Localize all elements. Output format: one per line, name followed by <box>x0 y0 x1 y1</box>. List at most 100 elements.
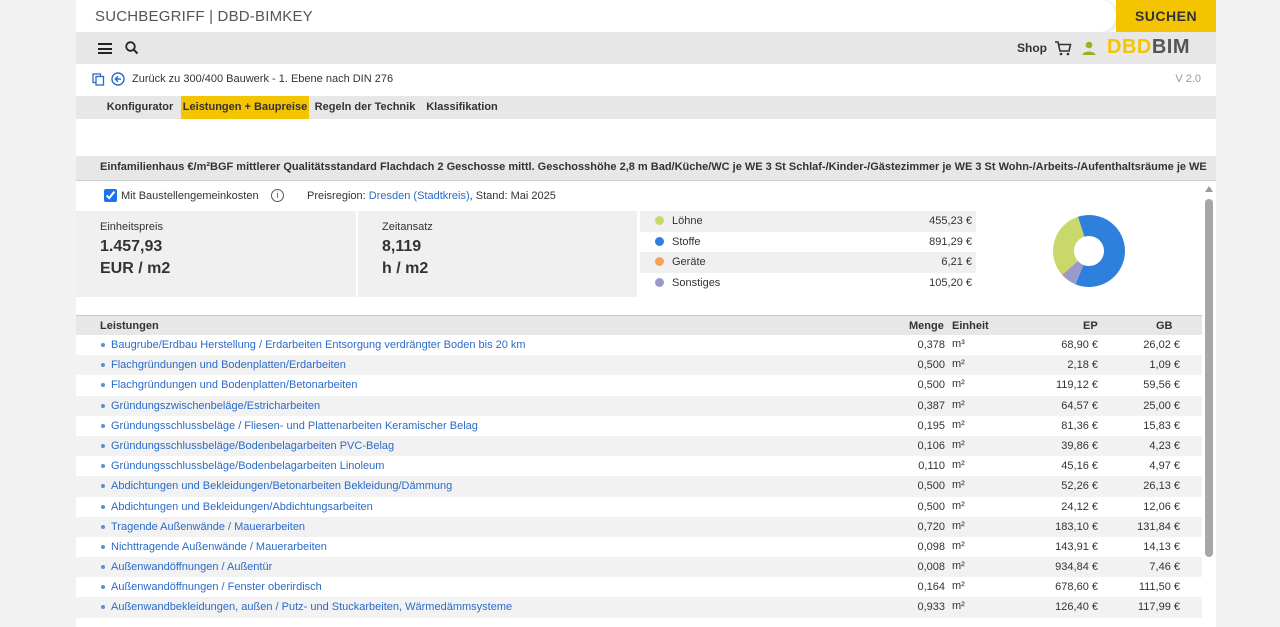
time-box: Zeitansatz 8,119 h / m2 <box>358 211 637 297</box>
top-nav: Shop DBDBIM <box>76 32 1216 64</box>
unit-cell: m² <box>952 479 965 492</box>
service-link[interactable]: Flachgründungen und Bodenplatten/Betonar… <box>111 379 357 391</box>
breakdown-row-geraete: Geräte 6,21 € <box>640 252 976 273</box>
service-link[interactable]: Gründungsschlussbeläge / Fliesen- und Pl… <box>111 420 478 432</box>
unit-cell: m² <box>952 358 965 371</box>
service-link[interactable]: Flachgründungen und Bodenplatten/Erdarbe… <box>111 359 346 371</box>
back-arrow-icon[interactable] <box>111 72 125 86</box>
unit-price-cell: 52,26 € <box>1061 480 1098 493</box>
donut-slice-stoffe <box>1075 215 1125 287</box>
quantity-cell: 0,387 <box>917 399 945 412</box>
service-link[interactable]: Tragende Außenwände / Mauerarbeiten <box>111 521 305 533</box>
table-row: Gründungsschlussbeläge/Bodenbelagarbeite… <box>76 456 1202 476</box>
table-row: Flachgründungen und Bodenplatten/Betonar… <box>76 375 1202 395</box>
legend-dot <box>655 257 664 266</box>
unit-cell: m² <box>952 438 965 451</box>
column-header-ep: EP <box>1083 320 1098 332</box>
legend-dot <box>655 216 664 225</box>
row-bullet-icon <box>101 484 105 489</box>
quantity-cell: 0,378 <box>917 339 945 351</box>
service-link[interactable]: Gründungsschlussbeläge/Bodenbelagarbeite… <box>111 460 384 472</box>
user-icon[interactable] <box>1081 40 1097 56</box>
quantity-cell: 0,008 <box>917 561 945 574</box>
breakdown-amount: 105,20 € <box>929 276 972 289</box>
breakdown-row-stoffe: Stoffe 891,29 € <box>640 232 976 253</box>
row-bullet-icon <box>101 403 105 408</box>
unit-price-cell: 678,60 € <box>1055 581 1098 594</box>
row-bullet-icon <box>101 423 105 428</box>
service-link[interactable]: Abdichtungen und Bekleidungen/Abdichtung… <box>111 501 373 513</box>
cost-donut-chart <box>1053 215 1125 287</box>
region-link[interactable]: Dresden (Stadtkreis) <box>369 190 470 202</box>
total-price-cell: 12,06 € <box>1143 500 1180 513</box>
total-price-cell: 14,13 € <box>1143 540 1180 553</box>
service-link[interactable]: Baugrube/Erdbau Herstellung / Erdarbeite… <box>111 339 526 351</box>
tab-konfigurator[interactable]: Konfigurator <box>100 96 180 119</box>
table-row: Tragende Außenwände / Mauerarbeiten 0,720… <box>76 516 1202 537</box>
unit-price-box: Einheitspreis 1.457,93 EUR / m2 <box>76 211 356 297</box>
service-link[interactable]: Nichttragende Außenwände / Mauerarbeiten <box>111 541 327 553</box>
checkbox-label[interactable]: Mit Baustellengemeinkosten <box>121 190 259 202</box>
unit-price-cell: 81,36 € <box>1061 419 1098 432</box>
time-label: Zeitansatz <box>382 221 433 233</box>
unit-price-unit: EUR / m2 <box>100 260 171 277</box>
tab-klassifikation[interactable]: Klassifikation <box>424 96 500 119</box>
table-row: Gründungszwischenbeläge/Estricharbeiten 0… <box>76 395 1202 416</box>
unit-cell: m² <box>952 580 965 593</box>
unit-price-value: 1.457,93 <box>100 238 163 255</box>
quantity-cell: 0,500 <box>917 480 945 493</box>
baustellengemeinkosten-checkbox[interactable] <box>104 189 117 202</box>
legend-dot <box>655 277 664 287</box>
table-row: Gründungsschlussbeläge / Fliesen- und Pl… <box>76 416 1202 436</box>
service-link[interactable]: Außenwandöffnungen / Außentür <box>111 561 272 573</box>
shop-link[interactable]: Shop <box>1017 41 1047 55</box>
column-header-einheit: Einheit <box>952 320 989 332</box>
service-link[interactable]: Gründungszwischenbeläge/Estricharbeiten <box>111 400 320 412</box>
back-link[interactable]: Zurück zu 300/400 Bauwerk - 1. Ebene nac… <box>132 73 393 85</box>
cost-breakdown: Löhne 455,23 € Stoffe 891,29 € Geräte 6,… <box>640 211 976 293</box>
logo-bim-text: BIM <box>1151 36 1191 58</box>
tab-leistungen-baupreise[interactable]: Leistungen + Baupreise <box>181 96 309 119</box>
hamburger-menu-icon[interactable] <box>98 43 112 54</box>
legend-dot <box>655 236 664 246</box>
time-unit: h / m2 <box>382 260 429 277</box>
column-header-leistungen: Leistungen <box>100 320 159 332</box>
search-input[interactable] <box>76 0 1116 32</box>
unit-cell: m² <box>952 519 965 532</box>
info-icon[interactable]: i <box>271 189 284 202</box>
service-link[interactable]: Abdichtungen und Bekleidungen/Betonarbei… <box>111 480 452 492</box>
quantity-cell: 0,500 <box>917 500 945 513</box>
dbdbim-logo[interactable]: DBDBIM <box>1107 36 1190 59</box>
item-title-bar: Einfamilienhaus €/m²BGF mittlerer Qualit… <box>76 156 1216 181</box>
total-price-cell: 117,99 € <box>1137 601 1180 614</box>
cart-icon[interactable] <box>1054 40 1072 56</box>
scroll-up-arrow-icon[interactable] <box>1204 185 1214 193</box>
quantity-cell: 0,098 <box>917 540 945 553</box>
table-row: Flachgründungen und Bodenplatten/Erdarbe… <box>76 355 1202 376</box>
unit-cell: m² <box>952 418 965 431</box>
total-price-cell: 25,00 € <box>1143 399 1180 412</box>
table-row: Außenwandöffnungen / Außentür 0,008 m² 934,… <box>76 557 1202 578</box>
unit-price-cell: 183,10 € <box>1055 520 1098 533</box>
search-button[interactable]: SUCHEN <box>1116 0 1216 32</box>
table-header: Leistungen Menge Einheit EP GB <box>76 315 1202 335</box>
copy-icon[interactable] <box>92 73 105 86</box>
row-bullet-icon <box>101 524 105 529</box>
service-link[interactable]: Gründungsschlussbeläge/Bodenbelagarbeite… <box>111 440 394 452</box>
service-link[interactable]: Außenwandöffnungen / Fenster oberirdisch <box>111 581 322 593</box>
services-table-body: Baugrube/Erdbau Herstellung / Erdarbeite… <box>76 335 1202 618</box>
quantity-cell: 0,500 <box>917 359 945 372</box>
search-icon[interactable] <box>124 40 140 56</box>
table-row: Abdichtungen und Bekleidungen/Betonarbei… <box>76 476 1202 497</box>
quantity-cell: 0,933 <box>917 601 945 614</box>
service-link[interactable]: Außenwandbekleidungen, außen / Putz- und… <box>111 601 512 613</box>
row-bullet-icon <box>101 343 105 347</box>
breakdown-label: Stoffe <box>672 235 701 248</box>
unit-price-cell: 68,90 € <box>1061 339 1098 351</box>
table-row: Nichttragende Außenwände / Mauerarbeiten… <box>76 537 1202 557</box>
table-row: Gründungsschlussbeläge/Bodenbelagarbeite… <box>76 435 1202 457</box>
column-header-gb: GB <box>1156 320 1173 332</box>
tab-regeln-der-technik[interactable]: Regeln der Technik <box>313 96 417 119</box>
scrollbar-thumb[interactable] <box>1205 199 1213 557</box>
total-price-cell: 26,02 € <box>1143 339 1180 351</box>
